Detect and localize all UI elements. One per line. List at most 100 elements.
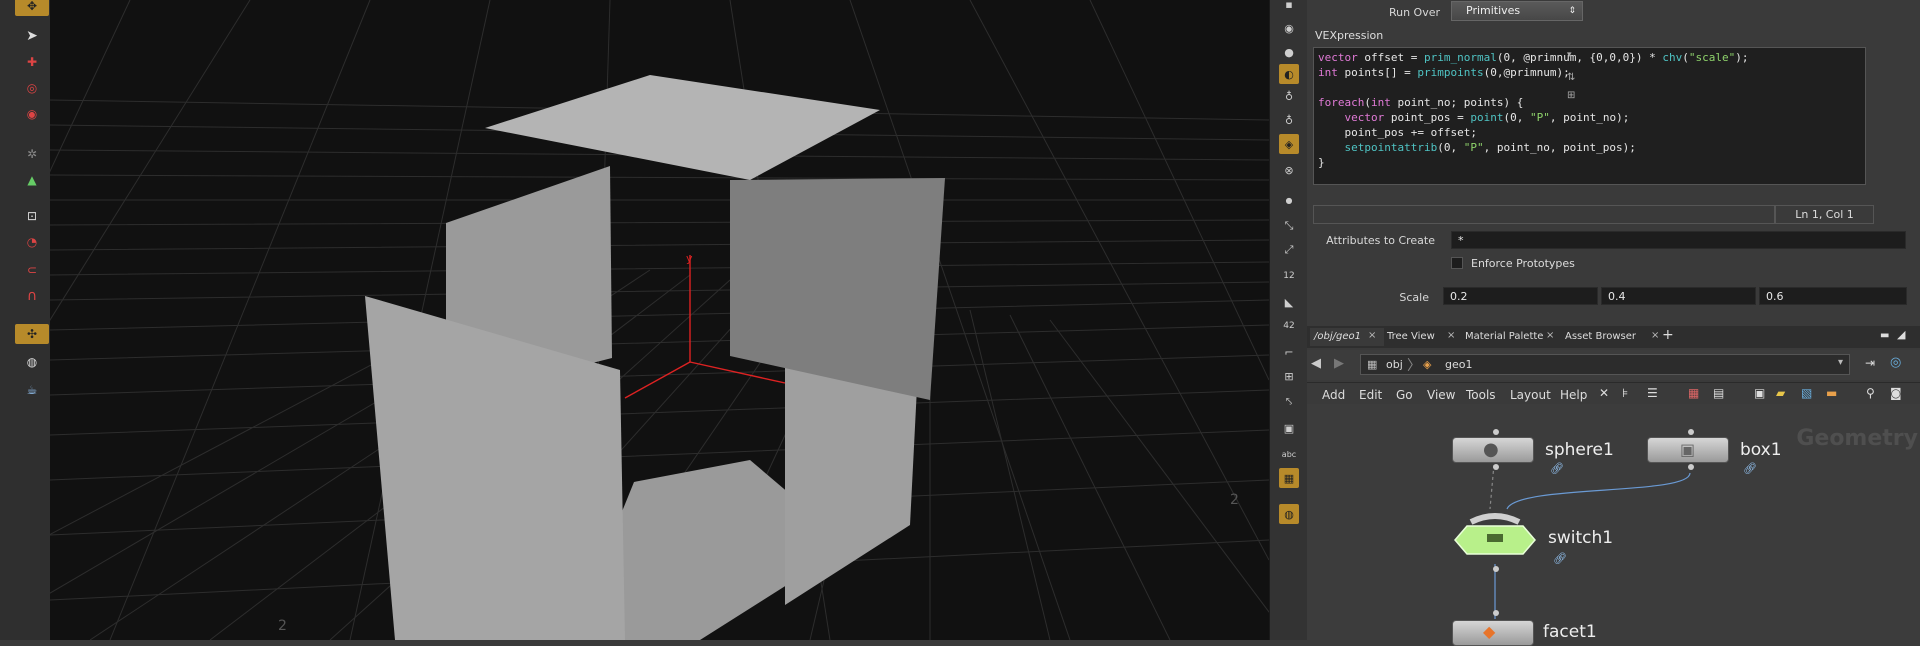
tree-icon[interactable]: ⊧	[1622, 386, 1628, 400]
tab-tree-view[interactable]: Tree View	[1387, 328, 1435, 346]
snap-icon[interactable]: ∩	[15, 286, 49, 306]
normal-icon[interactable]: ⤡	[1279, 216, 1299, 236]
path-current[interactable]: geo1	[1445, 358, 1472, 371]
back-arrow-icon[interactable]: ◀	[1311, 356, 1321, 371]
wire-icon[interactable]: ⊗	[1279, 160, 1299, 180]
node-box1[interactable]: ▣	[1647, 437, 1729, 463]
vex-code-editor[interactable]: vector offset = prim_normal(0, @primnum,…	[1313, 47, 1866, 185]
rotate-tool-icon[interactable]: ◎	[15, 78, 49, 98]
forward-arrow-icon[interactable]: ▶	[1334, 356, 1344, 371]
attributes-field[interactable]: *	[1451, 231, 1906, 249]
lamp-icon[interactable]: ♁	[1279, 86, 1299, 106]
shading-icon[interactable]: ●	[1279, 42, 1299, 62]
editor-options-icon[interactable]: ⇅	[1567, 72, 1579, 84]
menu-help[interactable]: Help	[1560, 388, 1587, 402]
path-root[interactable]: obj	[1386, 358, 1403, 371]
camera-icon[interactable]: ◍	[15, 352, 49, 372]
close-tab-icon[interactable]: ×	[1447, 330, 1455, 341]
output-connector[interactable]	[1493, 566, 1499, 572]
menu-layout[interactable]: Layout	[1510, 388, 1551, 402]
primitive-icon[interactable]: ◣	[1279, 292, 1299, 312]
run-over-dropdown[interactable]: Primitives ⇕	[1451, 1, 1583, 21]
run-over-value: Primitives	[1466, 4, 1521, 17]
bbox-icon[interactable]: ⊞	[1279, 366, 1299, 386]
close-tab-icon[interactable]: ×	[1546, 330, 1554, 341]
node-facet1[interactable]: ◆	[1452, 620, 1534, 646]
menu-edit[interactable]: Edit	[1359, 388, 1382, 402]
wrench-icon[interactable]: ✕	[1599, 386, 1609, 400]
magnet-icon[interactable]: ⊂	[15, 260, 49, 280]
point-icon[interactable]: ●	[1279, 190, 1299, 210]
node-sphere1[interactable]: ●	[1452, 437, 1534, 463]
code-line: int points[] = primpoints(0,@primnum);	[1318, 66, 1570, 79]
enforce-prototypes-checkbox[interactable]	[1451, 257, 1463, 269]
network-editor[interactable]: Geometry ● sphere1 🔗︎ ▣ box1 🔗︎ switch1 …	[1307, 404, 1920, 646]
search-icon[interactable]: ⚲	[1866, 386, 1875, 400]
move-tool-icon[interactable]: ✚	[15, 52, 49, 72]
tab-asset-browser[interactable]: Asset Browser	[1565, 328, 1636, 346]
view-tool-icon[interactable]: ◔	[15, 232, 49, 252]
render-icon[interactable]: ☕	[15, 380, 49, 400]
expand-editor-icon[interactable]: ▾	[1567, 50, 1579, 62]
add-tab-icon[interactable]: +	[1662, 327, 1674, 343]
input-connector[interactable]	[1688, 429, 1694, 435]
edge-icon[interactable]: ⤢	[1279, 240, 1299, 260]
pane-layout-icon[interactable]: ▬	[1880, 330, 1889, 341]
menu-tools[interactable]: Tools	[1466, 388, 1496, 402]
select-mode-icon[interactable]: ✥	[15, 0, 49, 16]
menu-go[interactable]: Go	[1396, 388, 1413, 402]
tab-material-palette[interactable]: Material Palette	[1465, 328, 1543, 346]
prim-numbers-icon[interactable]: 42	[1279, 316, 1299, 336]
light-icon[interactable]: ◐	[1279, 64, 1299, 84]
camera-view-icon[interactable]: ◉	[1279, 18, 1299, 38]
select-arrow-icon[interactable]: ➤	[15, 26, 49, 46]
grid-view-icon[interactable]: ▤	[1713, 386, 1724, 400]
pane-menu-icon[interactable]: ◢	[1897, 328, 1905, 341]
menu-view[interactable]: View	[1427, 388, 1455, 402]
path-breadcrumb[interactable]: ▦ obj 〉 ◈ geo1 ▾	[1360, 354, 1850, 375]
list-icon[interactable]: ☰	[1647, 386, 1658, 400]
text-icon[interactable]: abc	[1279, 444, 1299, 464]
scale-z-field[interactable]: 0.6	[1759, 287, 1907, 305]
frame-icon[interactable]: ▣	[1279, 418, 1299, 438]
network-box-icon[interactable]: ▬	[1826, 386, 1837, 400]
handle-tool-icon[interactable]: ▲	[15, 170, 49, 190]
pose-tool-icon[interactable]: ✲	[15, 144, 49, 164]
node-flag-icon: 🔗︎	[1553, 552, 1567, 565]
display-icon[interactable]: ▪	[1279, 0, 1299, 14]
close-tab-icon[interactable]: ×	[1651, 330, 1659, 341]
input-connector[interactable]	[1493, 429, 1499, 435]
scale-tool-icon[interactable]: ◉	[15, 104, 49, 124]
input-connector[interactable]	[1493, 610, 1499, 616]
scatter-icon[interactable]: ⤣	[1279, 392, 1299, 412]
scene-viewport[interactable]: y 2 2	[50, 0, 1269, 640]
node-label-sphere1: sphere1	[1545, 440, 1614, 460]
sticky-note-icon[interactable]: ▰	[1776, 386, 1785, 400]
lamp2-icon[interactable]: ♁	[1279, 110, 1299, 130]
background-image-icon[interactable]: ▧	[1801, 386, 1812, 400]
node-switch1[interactable]	[1447, 504, 1547, 560]
image-view-icon[interactable]: ▣	[1754, 386, 1765, 400]
pin-pane-icon[interactable]: ⇥	[1865, 356, 1875, 370]
code-line: foreach(int point_no; points) {	[1318, 96, 1524, 109]
uv-icon[interactable]: ⌐	[1279, 342, 1299, 362]
geo-icon: ◈	[1423, 358, 1432, 371]
close-tab-icon[interactable]: ×	[1368, 330, 1376, 341]
editor-grid-icon[interactable]: ⊞	[1567, 90, 1579, 102]
pin-icon[interactable]: ◍	[1279, 504, 1299, 524]
menu-add[interactable]: Add	[1322, 388, 1345, 402]
output-connector[interactable]	[1493, 464, 1499, 470]
color-palette-icon[interactable]: ▦	[1688, 386, 1699, 400]
ghost-icon[interactable]: ◈	[1279, 134, 1299, 154]
path-dropdown-icon[interactable]: ▾	[1838, 357, 1843, 368]
numbers-icon[interactable]: 12	[1279, 266, 1299, 286]
camera-snapshot-icon[interactable]: ◙	[1890, 386, 1902, 400]
scale-x-field[interactable]: 0.2	[1443, 287, 1598, 305]
output-connector[interactable]	[1688, 464, 1694, 470]
transform-tool-icon[interactable]: ⊡	[15, 206, 49, 226]
display-options-icon[interactable]: ✣	[15, 324, 49, 344]
image-icon[interactable]: ▦	[1279, 468, 1299, 488]
obj-icon: ▦	[1367, 358, 1378, 371]
link-pane-icon[interactable]: ◎	[1890, 355, 1901, 370]
scale-y-field[interactable]: 0.4	[1601, 287, 1756, 305]
